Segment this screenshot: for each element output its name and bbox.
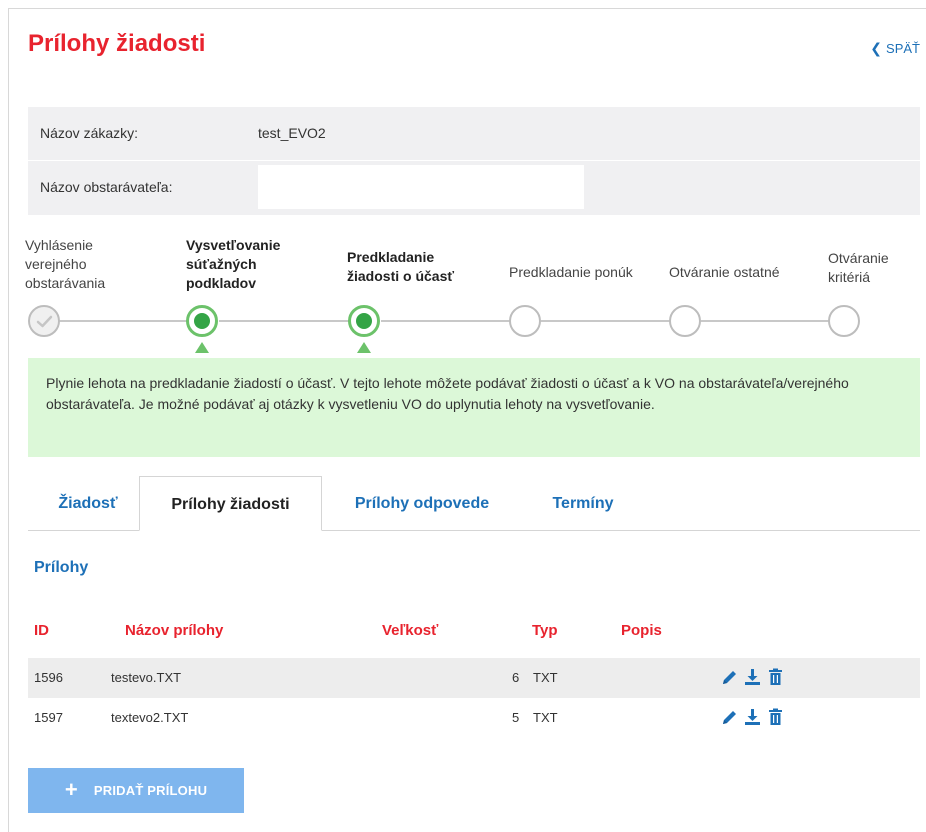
step-circle-pending [509,305,541,337]
pencil-icon[interactable] [721,708,738,726]
tab-ziadost[interactable]: Žiadosť [36,476,140,530]
check-icon [36,315,53,328]
tab-terminy[interactable]: Termíny [531,476,635,530]
add-attachment-button[interactable]: + PRIDAŤ PRÍLOHU [28,768,244,813]
trash-icon[interactable] [767,668,784,686]
procurer-name-value [258,165,584,209]
row-actions [721,708,784,726]
current-step-marker [357,342,371,353]
download-icon[interactable] [744,708,761,726]
contract-name-label: Názov zákazky: [40,125,139,141]
tab-prilohy-ziadosti[interactable]: Prílohy žiadosti [139,476,322,531]
page-title: Prílohy žiadosti [28,30,206,57]
step-circle-active [186,305,218,337]
step-circle-active [348,305,380,337]
step-label-ziadosti: Predkladanie žiadosti o účasť [347,249,455,284]
cell-type: TXT [533,710,558,725]
column-header-size: Veľkosť [382,622,439,639]
tab-prilohy-odpovede[interactable]: Prílohy odpovede [331,476,513,530]
attachments-section-title: Prílohy [34,559,89,576]
step-circle-pending [669,305,701,337]
step-connector [381,320,511,322]
current-step-marker [195,342,209,353]
table-row: 1597 textevo2.TXT 5 TXT [28,698,920,738]
tab-bar: Žiadosť Prílohy žiadosti Prílohy odpoved… [28,476,920,531]
back-label: SPÄŤ [886,41,920,56]
procurer-name-row: Názov obstarávateľa: [28,161,920,215]
pencil-icon[interactable] [721,668,738,686]
step-connector [541,320,671,322]
contract-name-row: Názov zákazky: test_EVO2 [28,107,920,160]
step-label-otvaranie-ostatne: Otváranie ostatné [669,264,780,280]
download-icon[interactable] [744,668,761,686]
step-label-otvaranie-kriteria: Otváranie kritériá [828,250,889,285]
cell-id: 1597 [34,710,63,725]
deadline-notice: Plynie lehota na predkladanie žiadostí o… [28,358,920,457]
step-label-ponuk: Predkladanie ponúk [509,264,633,280]
cell-name: textevo2.TXT [111,710,189,725]
add-attachment-label: PRIDAŤ PRÍLOHU [93,783,208,798]
plus-icon: + [64,776,78,802]
column-header-type: Typ [532,622,558,639]
chevron-left-icon: ❮ [870,40,883,56]
back-link[interactable]: ❮ SPÄŤ [870,40,920,57]
column-header-id: ID [34,622,49,639]
step-connector [59,320,187,322]
trash-icon[interactable] [767,708,784,726]
cell-name: testevo.TXT [111,670,182,685]
process-stepper: Vyhlásenie verejného obstarávania Vysvet… [25,232,920,360]
cell-type: TXT [533,670,558,685]
step-circle-done [28,305,60,337]
column-header-description: Popis [621,622,662,639]
table-row: 1596 testevo.TXT 6 TXT [28,658,920,698]
cell-size: 5 [512,710,520,725]
step-label-vyhlasenie: Vyhlásenie verejného obstarávania [25,237,106,291]
step-circle-pending [828,305,860,337]
row-actions [721,668,784,686]
step-label-vysvetlovanie: Vysvetľovanie súťažných podkladov [186,237,281,291]
step-connector [701,320,831,322]
cell-id: 1596 [34,670,63,685]
step-connector [219,320,349,322]
contract-name-value: test_EVO2 [258,125,326,141]
column-header-name: Názov prílohy [125,622,224,639]
cell-size: 6 [512,670,520,685]
procurer-name-label: Názov obstarávateľa: [40,179,173,195]
